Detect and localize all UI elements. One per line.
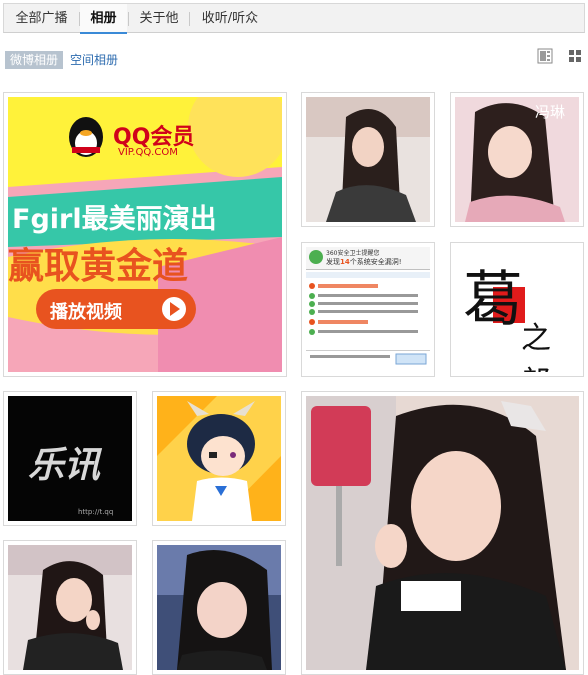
photo-girl-name-tag[interactable]: 冯琳 — [450, 92, 584, 227]
calligraphy-character: 葛 — [463, 265, 523, 335]
photo-black-logo[interactable]: 乐讯 http://t.qq — [3, 391, 137, 526]
watermark: http://t.qq — [78, 508, 114, 516]
photo-girl-peace-sign[interactable] — [301, 391, 584, 675]
photo-image — [306, 97, 430, 222]
ad-headline-2: 赢取黄金道 — [8, 246, 189, 287]
photo-image: 360安全卫士提醒您 发现14个系统安全漏洞! — [306, 247, 430, 372]
photo-image — [8, 545, 132, 670]
photo-anime-character[interactable] — [152, 391, 286, 526]
name-tag: 冯琳 — [535, 103, 566, 121]
ad-url: VIP.QQ.COM — [118, 147, 178, 158]
tab-bar: 全部广播 相册 关于他 收听/听众 — [3, 3, 585, 34]
photo-image: 冯琳 — [455, 97, 579, 222]
ad-headline-1: Fgirl最美丽演出 — [12, 204, 217, 235]
weibo-album-label: 微博相册 — [5, 51, 64, 69]
photo-girl-closeup[interactable] — [152, 540, 286, 675]
photo-image: 乐讯 http://t.qq — [8, 396, 132, 521]
tab-all-broadcasts[interactable]: 全部广播 — [4, 4, 79, 33]
tab-followers[interactable]: 收听/听众 — [190, 4, 270, 33]
photo-image: 葛 之郎 — [455, 247, 579, 372]
logo-text: 乐讯 — [28, 445, 101, 486]
list-view-icon[interactable] — [537, 48, 553, 64]
tab-albums[interactable]: 相册 — [80, 4, 127, 34]
security-message: 发现14个系统安全漏洞! — [326, 257, 402, 267]
grid-view-icon[interactable] — [567, 48, 583, 64]
photo-image — [306, 396, 579, 670]
security-count: 14 — [340, 258, 350, 266]
album-switch-weibo[interactable]: 微博相册 — [5, 51, 64, 69]
security-found-prefix: 发现 — [326, 258, 340, 266]
photo-image — [157, 545, 281, 670]
tab-about[interactable]: 关于他 — [129, 4, 189, 33]
ad-play-button: 播放视频 — [50, 302, 122, 323]
album-switch-space[interactable]: 空间相册 — [70, 51, 118, 69]
security-found-suffix: 个系统安全漏洞! — [349, 258, 402, 266]
photo-girl-long-hair[interactable] — [301, 92, 435, 227]
photo-calligraphy[interactable]: 葛 之郎 — [450, 242, 584, 377]
calligraphy-seal: 之郎 — [521, 321, 551, 372]
security-title: 360安全卫士提醒您 — [326, 250, 380, 257]
ad-image: QQ会员 VIP.QQ.COM Fgirl最美丽演出 赢取黄金道 播放视频 — [8, 97, 282, 372]
photo-girl-sitting[interactable] — [3, 540, 137, 675]
space-album-label: 空间相册 — [70, 53, 119, 67]
photo-security-screenshot[interactable]: 360安全卫士提醒您 发现14个系统安全漏洞! — [301, 242, 435, 377]
photo-image — [157, 396, 281, 521]
photo-qq-vip-ad[interactable]: QQ会员 VIP.QQ.COM Fgirl最美丽演出 赢取黄金道 播放视频 — [3, 92, 287, 377]
